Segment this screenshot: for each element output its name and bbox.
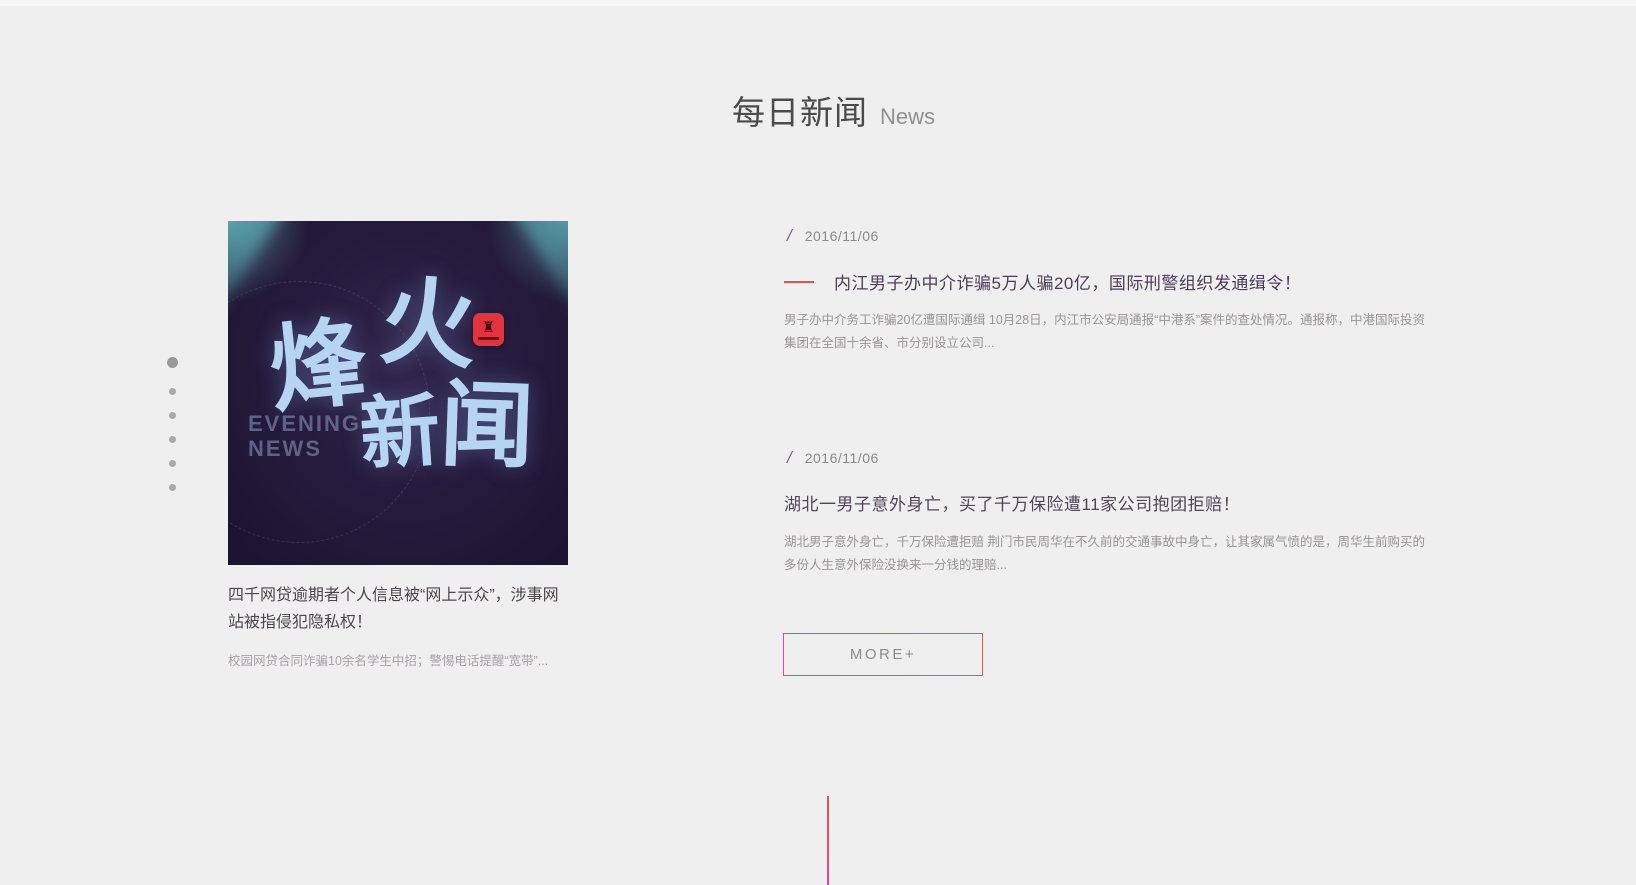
carousel-dots — [161, 357, 183, 491]
news-2-title-row: 湖北一男子意外身亡，买了千万保险遭11家公司抱团拒赔！ — [784, 490, 1432, 515]
carousel-dot-5[interactable] — [169, 460, 176, 467]
daily-news-section: 每日新闻 News 烽 火 新 闻 EVENING NEWS ♜ 四千网贷逾期者… — [0, 0, 1636, 885]
news-1-title-row: 内江男子办中介诈骗5万人骗20亿，国际刑警组织发通缉令！ — [784, 269, 1432, 294]
highlight-dash-icon — [784, 281, 814, 283]
news-1-date: 2016/11/06 — [805, 228, 879, 244]
news-2-title[interactable]: 湖北一男子意外身亡，买了千万保险遭11家公司抱团拒赔！ — [784, 490, 1240, 515]
slide-subtitle-line2: NEWS — [248, 436, 361, 461]
featured-news-excerpt: 校园网贷合同诈骗10余名学生中招；警惕电话提醒“宽带”... — [228, 650, 573, 669]
carousel-dot-3[interactable] — [169, 412, 176, 419]
news-1-date-row: / 2016/11/06 — [784, 226, 1432, 246]
slide-calligraphy-char: 火 — [377, 274, 479, 376]
slide-calligraphy-char: 烽 — [265, 314, 371, 420]
slide-calligraphy-char: 新 — [357, 390, 442, 475]
news-2-date-row: / 2016/11/06 — [784, 448, 1432, 468]
news-1-excerpt: 男子办中介务工诈骗20亿遭国际通缉 10月28日，内江市公安局通报“中港系”案件… — [784, 309, 1432, 354]
tower-icon: ♜ — [482, 320, 495, 335]
section-header: 每日新闻 News — [732, 86, 935, 134]
icon-microtext — [478, 337, 499, 340]
slide-subtitle: EVENING NEWS — [248, 411, 361, 461]
news-2-date: 2016/11/06 — [805, 450, 879, 466]
beacon-tower-app-icon: ♜ — [473, 313, 504, 346]
date-slash-icon: / — [787, 448, 792, 468]
carousel-dot-4[interactable] — [169, 436, 176, 443]
carousel-dot-1-active[interactable] — [167, 357, 178, 368]
spotlight-beam-right — [510, 221, 568, 460]
top-divider — [0, 0, 1636, 6]
globe-decoration — [228, 281, 430, 543]
spotlight-beam-left — [228, 221, 286, 460]
vertical-divider-line — [827, 796, 829, 885]
slide-calligraphy-char: 闻 — [438, 377, 535, 474]
news-2-excerpt: 湖北男子意外身亡，千万保险遭拒赔 荆门市民周华在不久前的交通事故中身亡，让其家属… — [784, 531, 1432, 576]
news-1-title[interactable]: 内江男子办中介诈骗5万人骗20亿，国际刑警组织发通缉令！ — [834, 269, 1301, 294]
date-slash-icon: / — [787, 226, 792, 246]
carousel-dot-2[interactable] — [169, 388, 176, 395]
more-button[interactable]: MORE+ — [783, 633, 983, 676]
carousel-dot-6[interactable] — [169, 484, 176, 491]
section-title: 每日新闻 — [732, 86, 868, 134]
carousel-slide-image[interactable]: 烽 火 新 闻 EVENING NEWS ♜ — [228, 221, 568, 565]
section-subtitle: News — [880, 104, 935, 130]
slide-subtitle-line1: EVENING — [248, 411, 361, 436]
featured-news-title[interactable]: 四千网贷逾期者个人信息被“网上示众”，涉事网站被指侵犯隐私权！ — [228, 582, 573, 636]
